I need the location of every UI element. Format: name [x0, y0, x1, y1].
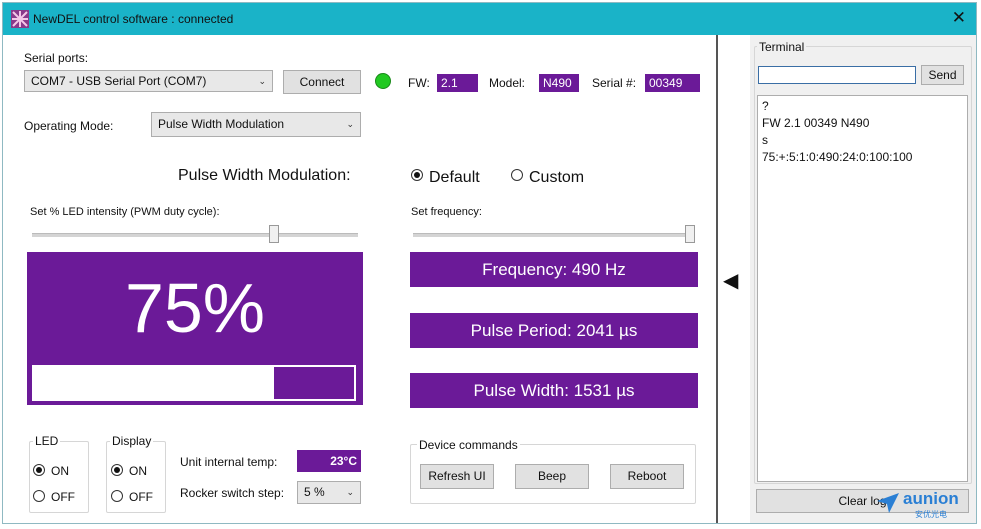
serial-ports-label: Serial ports: — [24, 51, 89, 65]
pwm-custom-radio[interactable] — [511, 169, 523, 181]
led-on-label: ON — [51, 464, 69, 478]
pulse-width-banner: Pulse Width: 1531 µs — [410, 373, 698, 408]
rocker-step-value: 5 % — [304, 485, 325, 499]
operating-mode-value: Pulse Width Modulation — [158, 117, 285, 131]
frequency-slider-thumb[interactable] — [685, 225, 695, 243]
led-group-title: LED — [33, 434, 61, 448]
aunion-watermark: aunion 安优光电 — [875, 487, 975, 521]
serial-port-value: COM7 - USB Serial Port (COM7) — [31, 74, 207, 88]
serial-number-value: 00349 — [645, 74, 700, 92]
collapse-arrow-icon[interactable]: ◀ — [723, 268, 738, 293]
model-label: Model: — [489, 76, 526, 90]
temp-label: Unit internal temp: — [180, 455, 278, 469]
aunion-logo-icon — [877, 493, 899, 513]
terminal-log[interactable]: ? FW 2.1 00349 N490 s 75:+:5:1:0:490:24:… — [757, 95, 968, 482]
log-line: ? — [762, 99, 769, 113]
display-group-title: Display — [110, 434, 154, 448]
temp-value: 23°C — [297, 450, 361, 472]
intensity-label: Set % LED intensity (PWM duty cycle): — [30, 206, 220, 218]
pwm-default-radio[interactable] — [411, 169, 423, 181]
reboot-button[interactable]: Reboot — [610, 464, 684, 489]
window-title: NewDEL control software : connected — [33, 12, 234, 26]
rocker-step-label: Rocker switch step: — [180, 486, 285, 500]
app-logo-icon — [11, 10, 29, 28]
send-button[interactable]: Send — [921, 65, 964, 85]
operating-mode-label: Operating Mode: — [24, 119, 114, 133]
fw-label: FW: — [408, 76, 430, 90]
connection-status-indicator — [375, 73, 391, 89]
splitter-handle[interactable]: ◀ — [718, 35, 750, 523]
intensity-progress-bar — [32, 365, 356, 401]
terminal-input[interactable] — [758, 66, 916, 84]
intensity-panel: 75% — [27, 252, 363, 405]
chevron-down-icon: ⌄ — [258, 76, 266, 86]
intensity-percent-display: 75% — [124, 269, 266, 347]
watermark-text: aunion — [903, 489, 959, 508]
led-on-radio[interactable] — [33, 464, 45, 476]
led-off-radio[interactable] — [33, 490, 45, 502]
intensity-progress-fill — [34, 367, 274, 399]
title-bar: NewDEL control software : connected ✕ — [3, 3, 976, 35]
beep-button[interactable]: Beep — [515, 464, 589, 489]
display-on-label: ON — [129, 464, 147, 478]
connect-button[interactable]: Connect — [283, 70, 361, 94]
display-off-radio[interactable] — [111, 490, 123, 502]
log-line: FW 2.1 00349 N490 — [762, 116, 870, 130]
pwm-default-label: Default — [429, 169, 480, 186]
serial-port-select[interactable]: COM7 - USB Serial Port (COM7) ⌄ — [24, 70, 273, 92]
watermark-subtext: 安优光电 — [915, 510, 947, 519]
frequency-slider-track[interactable] — [413, 233, 695, 237]
pulse-period-banner: Pulse Period: 2041 µs — [410, 313, 698, 348]
chevron-down-icon: ⌄ — [346, 487, 354, 497]
intensity-slider-thumb[interactable] — [269, 225, 279, 243]
log-line: s — [762, 133, 768, 147]
close-icon[interactable]: ✕ — [952, 8, 966, 28]
display-off-label: OFF — [129, 490, 153, 504]
intensity-slider-track[interactable] — [32, 233, 358, 237]
frequency-label: Set frequency: — [411, 206, 482, 218]
pwm-custom-label: Custom — [529, 169, 585, 186]
display-on-radio[interactable] — [111, 464, 123, 476]
chevron-down-icon: ⌄ — [346, 119, 354, 129]
serial-number-label: Serial #: — [592, 76, 637, 90]
fw-value: 2.1 — [437, 74, 478, 92]
terminal-title: Terminal — [757, 40, 807, 54]
log-line: 75:+:5:1:0:490:24:0:100:100 — [762, 150, 913, 164]
pwm-heading: Pulse Width Modulation: — [178, 167, 351, 184]
frequency-banner: Frequency: 490 Hz — [410, 252, 698, 287]
operating-mode-select[interactable]: Pulse Width Modulation ⌄ — [151, 112, 361, 137]
rocker-step-select[interactable]: 5 % ⌄ — [297, 481, 361, 504]
app-window: NewDEL control software : connected ✕ Se… — [2, 2, 977, 524]
device-commands-title: Device commands — [417, 438, 520, 452]
refresh-ui-button[interactable]: Refresh UI — [420, 464, 494, 489]
model-value: N490 — [539, 74, 579, 92]
led-off-label: OFF — [51, 490, 75, 504]
